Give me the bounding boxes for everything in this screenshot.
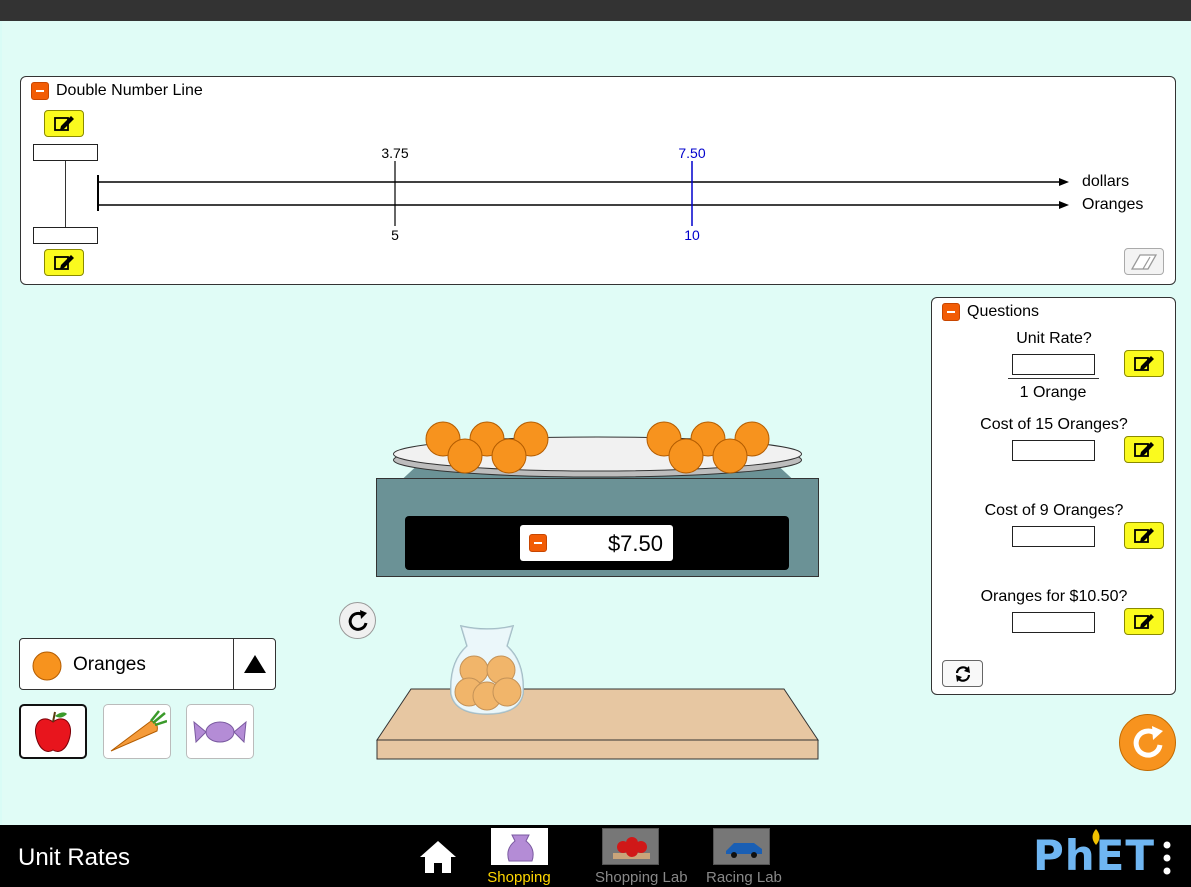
questions-panel: Questions Unit Rate? 1 Orange Cost of 15… bbox=[931, 297, 1176, 695]
double-number-line-panel: Double Number Line 3.75 5 7.50 10 dollar… bbox=[20, 76, 1176, 285]
dollars-axis-label: dollars bbox=[1082, 173, 1130, 190]
oranges-on-scale bbox=[425, 421, 770, 474]
phet-logo-flame bbox=[1092, 829, 1100, 845]
kebab-menu-icon bbox=[1163, 841, 1171, 875]
reset-all-button[interactable] bbox=[1119, 714, 1176, 771]
cost-9-input[interactable] bbox=[1012, 526, 1095, 547]
question-oranges-for-10-50: Oranges for $10.50? bbox=[980, 588, 1128, 605]
window-top-bar bbox=[0, 0, 1191, 21]
marker-2-bottom-label: 10 bbox=[684, 227, 700, 243]
double-number-line-axes bbox=[97, 161, 1069, 226]
pencil-icon bbox=[1134, 527, 1154, 543]
unit-rate-denominator: 1 Orange bbox=[1019, 384, 1087, 401]
price-display: $7.50 bbox=[520, 525, 673, 561]
apple-category-button[interactable] bbox=[19, 704, 87, 759]
screen-shopping-lab-button[interactable]: Shopping Lab bbox=[595, 828, 688, 886]
app-title: Unit Rates bbox=[18, 844, 131, 871]
questions-title: Questions bbox=[967, 303, 1040, 320]
item-combo-box[interactable]: Oranges bbox=[19, 638, 276, 690]
orange-group-left bbox=[425, 421, 549, 474]
marker-1-bottom-label: 5 bbox=[391, 227, 399, 243]
apple-icon bbox=[34, 711, 72, 752]
marker-2-top-label: 7.50 bbox=[678, 145, 706, 161]
screen-shopping-button[interactable]: Shopping bbox=[484, 828, 554, 886]
screen-shopping-lab-label: Shopping Lab bbox=[595, 869, 688, 886]
refresh-icon bbox=[955, 665, 970, 682]
carrot-icon bbox=[110, 709, 167, 751]
oranges-for-10-50-input[interactable] bbox=[1012, 612, 1095, 633]
reset-scale-button[interactable] bbox=[339, 602, 376, 639]
racing-lab-thumbnail bbox=[712, 828, 770, 865]
unit-rate-input[interactable] bbox=[1012, 354, 1095, 375]
shopping-lab-thumbnail bbox=[601, 828, 659, 865]
edit-cost-9-button[interactable] bbox=[1124, 522, 1164, 549]
candy-bag-icon bbox=[506, 834, 534, 862]
candy-icon bbox=[193, 720, 247, 743]
edit-cost-15-button[interactable] bbox=[1124, 436, 1164, 463]
oranges-axis-label: Oranges bbox=[1082, 196, 1144, 213]
marker-1-top-label: 3.75 bbox=[381, 145, 409, 161]
candy-category-button[interactable] bbox=[186, 704, 254, 759]
unit-rate-question: Unit Rate? bbox=[1016, 330, 1092, 347]
reset-all-icon bbox=[1133, 725, 1163, 758]
question-cost-15: Cost of 15 Oranges? bbox=[980, 416, 1128, 433]
edit-oranges-for-10-50-button[interactable] bbox=[1124, 608, 1164, 635]
triangle-up-icon bbox=[243, 655, 266, 673]
navigation-bar: Unit Rates Shopping Shopping Lab Racing … bbox=[0, 825, 1191, 887]
eraser-button[interactable] bbox=[1124, 248, 1164, 275]
refresh-questions-button[interactable] bbox=[942, 660, 983, 687]
pencil-icon bbox=[1134, 355, 1154, 371]
home-icon bbox=[420, 841, 456, 873]
shelf bbox=[376, 688, 819, 760]
pencil-icon bbox=[1134, 613, 1154, 629]
phet-logo[interactable]: PhET bbox=[1033, 829, 1154, 879]
options-menu-button[interactable] bbox=[1160, 841, 1174, 875]
combo-dropdown-button[interactable] bbox=[233, 639, 275, 689]
screen-shopping-label: Shopping bbox=[487, 869, 551, 886]
screen-racing-lab-label: Racing Lab bbox=[706, 869, 782, 886]
cost-15-input[interactable] bbox=[1012, 440, 1095, 461]
eraser-icon bbox=[1131, 253, 1157, 270]
orange-icon bbox=[32, 651, 62, 681]
collapse-price-button[interactable] bbox=[529, 534, 547, 552]
bag-of-oranges[interactable] bbox=[447, 624, 527, 716]
price-value: $7.50 bbox=[607, 531, 663, 556]
dollars-axis-arrow bbox=[1059, 178, 1069, 186]
screen-racing-lab-button[interactable]: Racing Lab bbox=[706, 828, 782, 886]
oranges-axis-arrow bbox=[1059, 201, 1069, 209]
question-cost-9: Cost of 9 Oranges? bbox=[984, 502, 1124, 519]
selected-item-label: Oranges bbox=[73, 654, 146, 675]
collapse-questions-button[interactable] bbox=[942, 303, 960, 321]
apples-icon bbox=[612, 837, 650, 859]
shopping-thumbnail bbox=[490, 828, 548, 865]
edit-unit-rate-button[interactable] bbox=[1124, 350, 1164, 377]
pencil-icon bbox=[1134, 441, 1154, 457]
home-button[interactable] bbox=[418, 839, 458, 875]
undo-arrow-icon bbox=[348, 609, 367, 631]
fraction-bar bbox=[1008, 378, 1099, 379]
carrot-category-button[interactable] bbox=[103, 704, 171, 759]
orange-group-right bbox=[646, 421, 770, 474]
race-car-icon bbox=[725, 843, 762, 858]
